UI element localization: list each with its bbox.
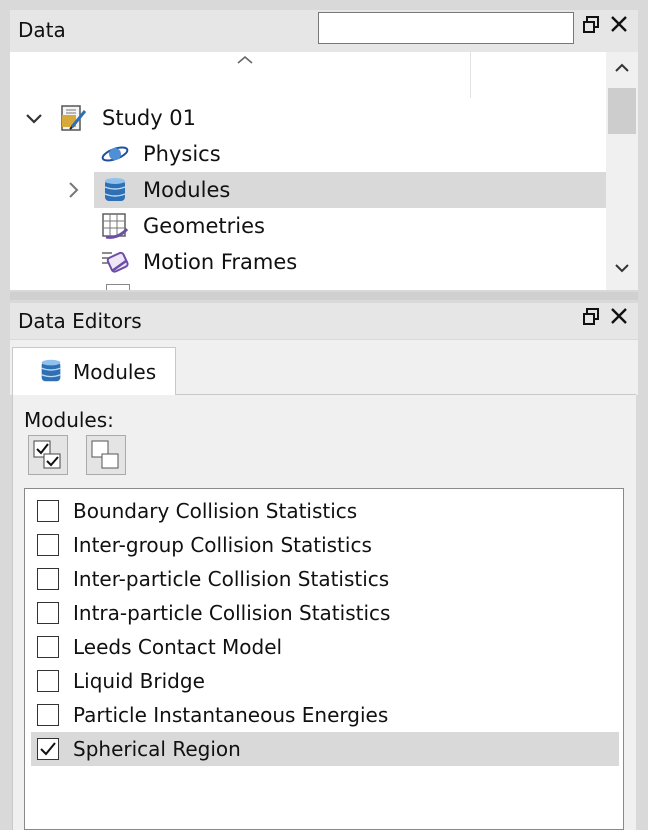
editors-panel-close-button[interactable] — [606, 306, 632, 332]
tree-item-geometries-label: Geometries — [143, 214, 265, 238]
chevron-down-small-icon — [615, 264, 629, 273]
module-checkbox[interactable] — [37, 602, 59, 624]
data-panel-title: Data — [18, 18, 66, 42]
module-list-item[interactable]: Spherical Region — [31, 732, 619, 766]
scroll-down-button[interactable] — [606, 256, 638, 286]
geometries-grid-icon — [100, 211, 130, 241]
chevron-down-icon[interactable] — [22, 106, 46, 130]
module-label: Inter-group Collision Statistics — [73, 533, 372, 557]
module-label: Leeds Contact Model — [73, 635, 283, 659]
tab-modules-label: Modules — [73, 360, 157, 384]
module-checkbox[interactable] — [37, 636, 59, 658]
data-tree[interactable]: Study 01 Physics Modules Geometries Moti… — [10, 52, 608, 290]
module-list-item[interactable]: Inter-particle Collision Statistics — [31, 562, 619, 596]
check-all-icon — [33, 440, 61, 469]
tree-item-physics-label: Physics — [143, 142, 221, 166]
module-checkbox[interactable] — [37, 568, 59, 590]
tree-item-motion-frames-label: Motion Frames — [143, 250, 298, 274]
module-checkbox[interactable] — [37, 704, 59, 726]
module-list-item[interactable]: Intra-particle Collision Statistics — [31, 596, 619, 630]
tree-item-motion-frames[interactable]: Motion Frames — [10, 244, 608, 280]
chevron-right-icon[interactable] — [62, 178, 86, 202]
scroll-thumb[interactable] — [608, 88, 636, 134]
close-icon — [611, 16, 627, 32]
scroll-up-button[interactable] — [606, 56, 638, 86]
modules-label: Modules: — [24, 408, 114, 432]
module-list-item[interactable]: Liquid Bridge — [31, 664, 619, 698]
module-list-item[interactable]: Particle Instantaneous Energies — [31, 698, 619, 732]
module-checkbox[interactable] — [37, 670, 59, 692]
data-panel-close-button[interactable] — [606, 14, 632, 40]
panel-splitter[interactable] — [10, 292, 638, 300]
modules-list[interactable]: Boundary Collision Statistics Inter-group… — [24, 488, 624, 830]
module-list-item[interactable]: Boundary Collision Statistics — [31, 494, 619, 528]
physics-icon — [100, 139, 130, 169]
modules-database-icon — [100, 175, 130, 205]
restore-window-icon — [583, 16, 599, 33]
tree-item-geometries[interactable]: Geometries — [10, 208, 608, 244]
data-panel-float-button[interactable] — [578, 15, 604, 41]
uncheck-all-icon — [91, 440, 119, 469]
tree-item-modules[interactable]: Modules — [94, 172, 606, 208]
tree-item-study-label: Study 01 — [102, 106, 197, 130]
module-checkbox[interactable] — [37, 500, 59, 522]
module-list-item[interactable]: Leeds Contact Model — [31, 630, 619, 664]
tab-modules[interactable]: Modules — [12, 347, 176, 395]
module-label: Particle Instantaneous Energies — [73, 703, 389, 727]
editors-panel-titlebar: Data Editors — [10, 303, 638, 339]
data-search-input[interactable] — [318, 12, 574, 44]
tree-item-partial-icon — [106, 284, 130, 290]
editors-panel-title: Data Editors — [18, 309, 142, 333]
study-document-icon — [58, 103, 88, 133]
chevron-up-icon — [615, 63, 629, 72]
module-checkbox[interactable] — [37, 534, 59, 556]
module-label: Inter-particle Collision Statistics — [73, 567, 390, 591]
motion-frames-icon — [100, 247, 130, 277]
check-all-button[interactable] — [28, 435, 68, 475]
module-label: Liquid Bridge — [73, 669, 205, 693]
restore-window-icon — [583, 308, 599, 325]
tree-vertical-scrollbar[interactable] — [606, 52, 638, 290]
tree-header-divider — [470, 52, 471, 98]
module-list-item[interactable]: Inter-group Collision Statistics — [31, 528, 619, 562]
uncheck-all-button[interactable] — [86, 435, 126, 475]
module-label: Spherical Region — [73, 737, 241, 761]
tree-item-physics[interactable]: Physics — [10, 136, 608, 172]
close-icon — [611, 308, 627, 324]
tree-item-modules-label: Modules — [143, 178, 231, 202]
module-label: Boundary Collision Statistics — [73, 499, 358, 523]
modules-database-icon — [37, 357, 65, 385]
tree-header-sort-arrow[interactable] — [230, 52, 260, 68]
module-label: Intra-particle Collision Statistics — [73, 601, 391, 625]
tree-item-study[interactable]: Study 01 — [10, 100, 608, 136]
editors-panel-float-button[interactable] — [578, 307, 604, 333]
module-checkbox[interactable] — [37, 738, 59, 760]
